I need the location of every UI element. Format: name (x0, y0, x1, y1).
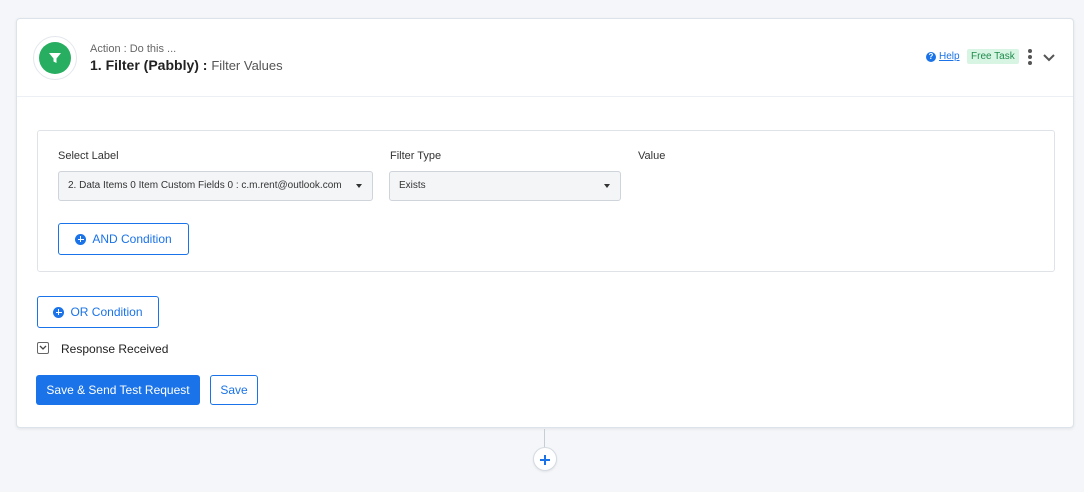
free-task-badge: Free Task (967, 49, 1019, 64)
kebab-menu-icon[interactable] (1027, 49, 1033, 65)
step-connector (544, 429, 545, 449)
response-received-toggle[interactable] (37, 342, 49, 354)
value-heading: Value (638, 150, 666, 162)
and-condition-button[interactable]: AND Condition (58, 223, 189, 255)
save-send-test-button[interactable]: Save & Send Test Request (36, 375, 200, 405)
action-subtitle: Action : Do this ... (90, 43, 177, 55)
help-label: Help (939, 51, 960, 62)
chevron-down-icon[interactable] (1042, 50, 1056, 62)
or-condition-label: OR Condition (70, 305, 143, 319)
add-step-button[interactable] (533, 447, 557, 471)
help-link[interactable]: ? Help (926, 51, 960, 62)
plus-circle-icon (53, 306, 65, 318)
app-icon-wrapper (33, 36, 77, 80)
filter-icon (39, 42, 71, 74)
or-condition-button[interactable]: OR Condition (37, 296, 159, 328)
step-title: 1. Filter (Pabbly) : Filter Values (90, 57, 283, 73)
caret-down-icon (604, 184, 610, 188)
step-app-name: 1. Filter (Pabbly) : (90, 57, 208, 73)
response-received-label: Response Received (61, 342, 169, 356)
question-circle-icon: ? (926, 51, 936, 62)
filter-type-dropdown[interactable]: Exists (389, 171, 621, 201)
plus-circle-icon (75, 233, 87, 245)
and-condition-label: AND Condition (92, 232, 172, 246)
filter-type-value: Exists (399, 180, 426, 191)
select-label-value: 2. Data Items 0 Item Custom Fields 0 : c… (68, 180, 342, 191)
save-button[interactable]: Save (210, 375, 258, 405)
filter-condition-group: Select Label Filter Type Value 2. Data I… (37, 130, 1055, 272)
select-label-dropdown[interactable]: 2. Data Items 0 Item Custom Fields 0 : c… (58, 171, 373, 201)
caret-down-icon (356, 184, 362, 188)
select-label-heading: Select Label (58, 150, 119, 162)
step-event-name: Filter Values (211, 58, 283, 73)
step-header[interactable]: Action : Do this ... 1. Filter (Pabbly) … (17, 19, 1073, 97)
chevron-down-icon (39, 345, 47, 350)
action-step-card: Action : Do this ... 1. Filter (Pabbly) … (16, 18, 1074, 428)
filter-type-heading: Filter Type (390, 150, 442, 162)
